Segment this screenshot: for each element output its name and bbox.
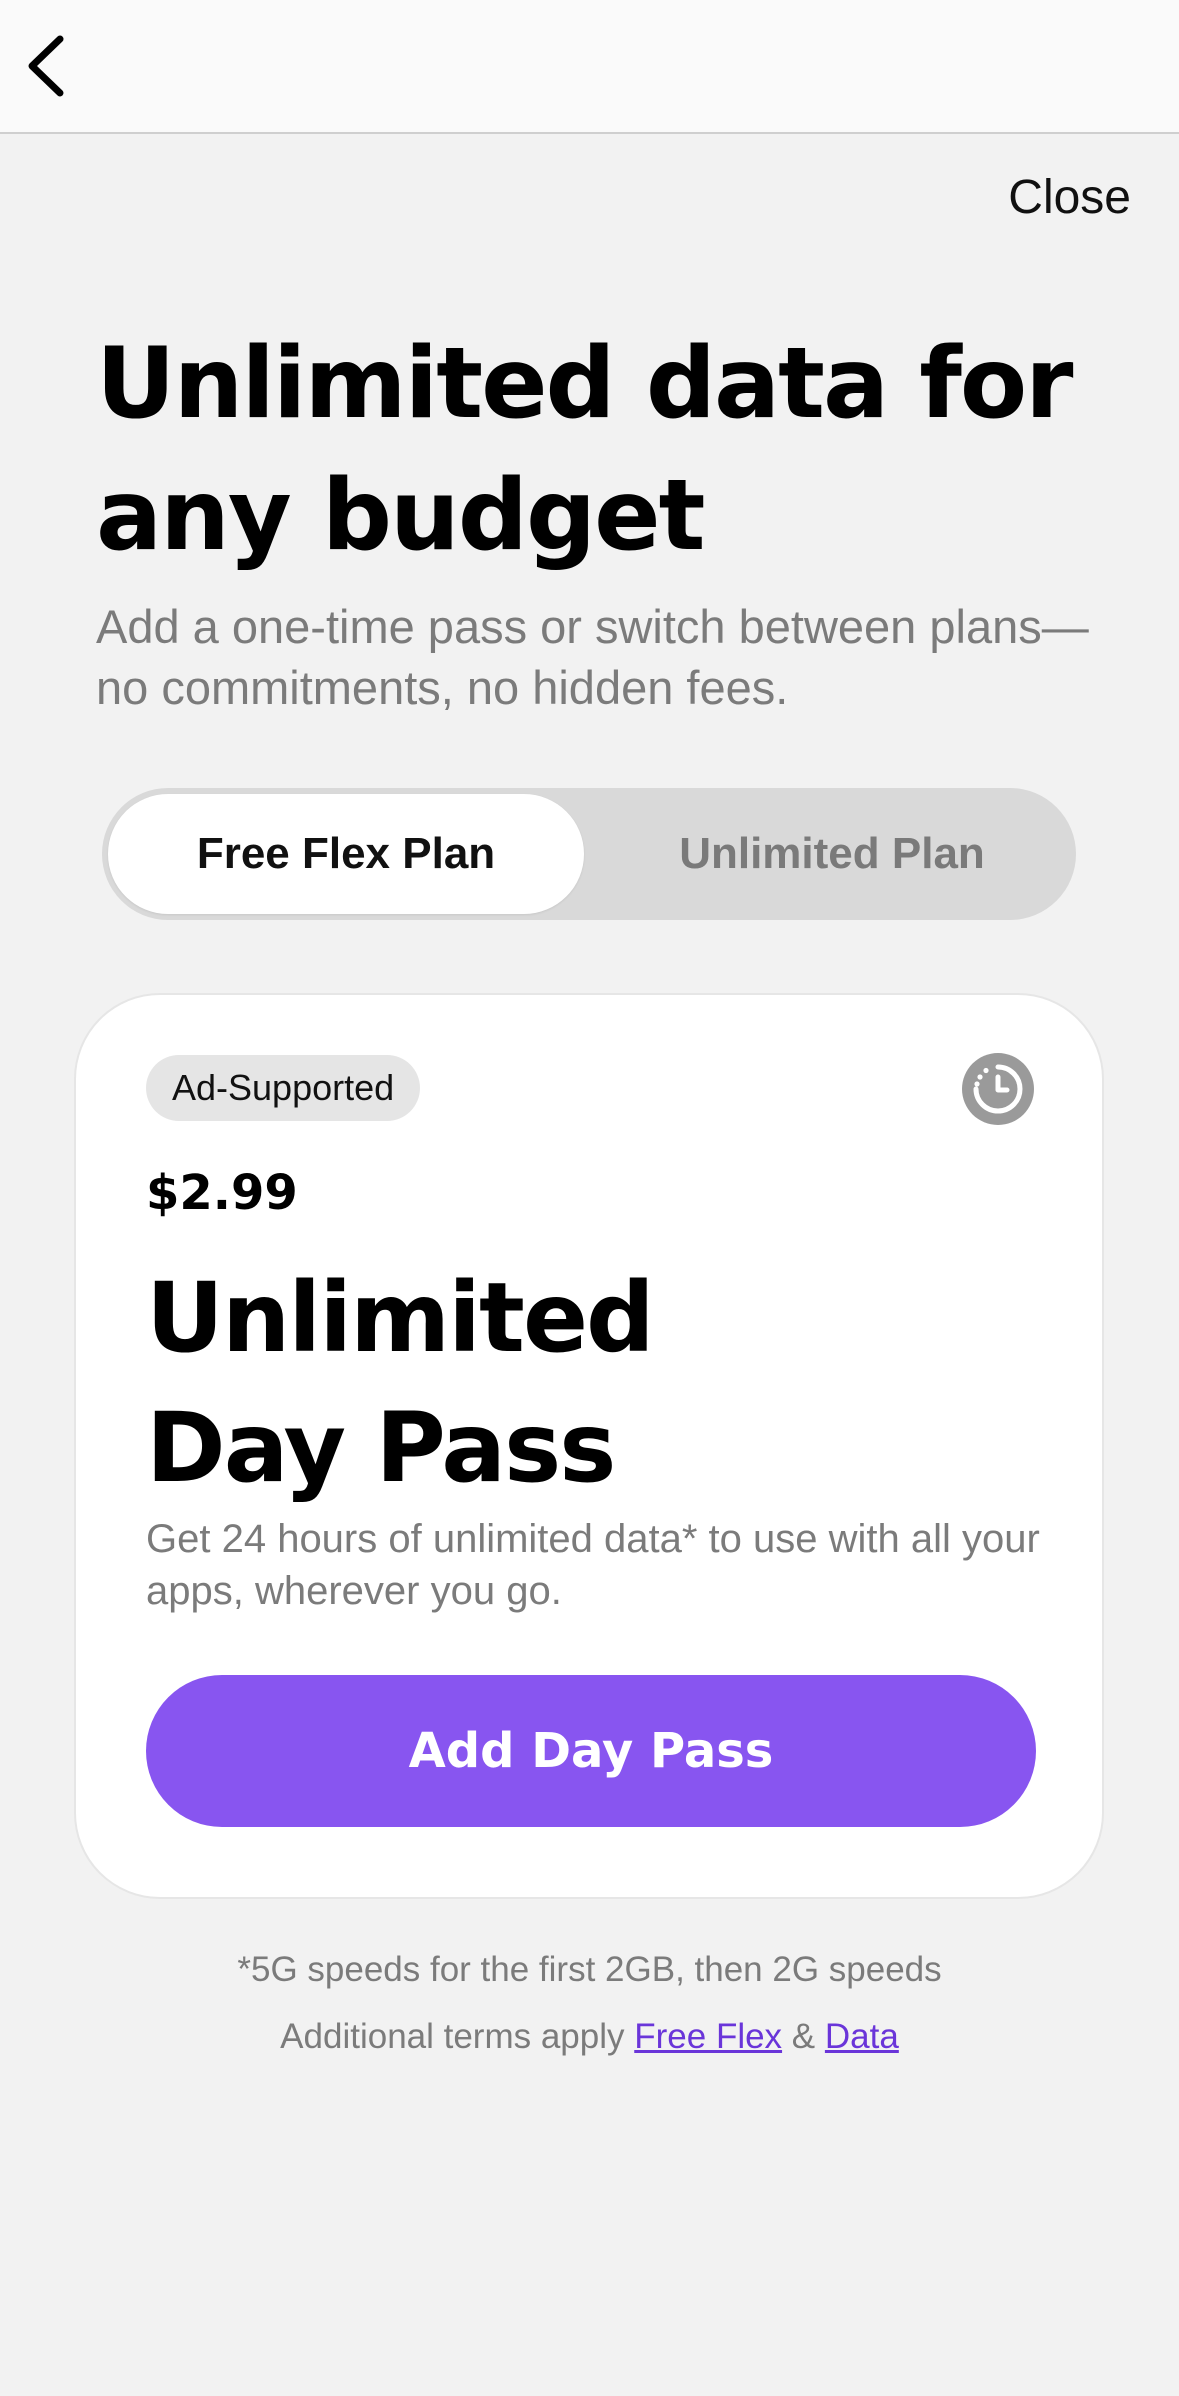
pass-title-line2: Day Pass <box>146 1392 616 1504</box>
add-day-pass-button[interactable]: Add Day Pass <box>146 1675 1036 1827</box>
tab-free-flex-plan[interactable]: Free Flex Plan <box>108 794 584 914</box>
pass-title: Unlimited Day Pass <box>146 1253 1026 1513</box>
page-subtitle: Add a one-time pass or switch between pl… <box>96 600 1089 714</box>
back-button[interactable] <box>14 28 78 104</box>
price: $2.99 <box>146 1165 298 1221</box>
pass-title-line1: Unlimited <box>146 1262 655 1374</box>
close-button[interactable]: Close <box>1008 170 1131 225</box>
free-flex-terms-link[interactable]: Free Flex <box>634 2017 782 2056</box>
pass-description: Get 24 hours of unlimited data* to use w… <box>146 1517 1040 1613</box>
page-title: Unlimited data for any budget <box>96 327 1074 573</box>
chevron-left-icon <box>28 35 64 97</box>
terms-ampersand: & <box>791 2017 816 2056</box>
terms-prefix: Additional terms apply <box>280 2017 625 2056</box>
speed-footnote: *5G speeds for the first 2GB, then 2G sp… <box>237 1950 942 1989</box>
tab-unlimited-plan[interactable]: Unlimited Plan <box>594 794 1070 914</box>
terms-footnote: Additional terms apply Free Flex & Data <box>0 2017 1179 2057</box>
ad-supported-badge: Ad-Supported <box>146 1055 421 1121</box>
top-nav-bar <box>0 0 1179 134</box>
data-terms-link[interactable]: Data <box>825 2017 899 2056</box>
timer-icon <box>962 1053 1034 1125</box>
day-pass-card: Ad-Supported $2.99 Unlimited Day Pass Ge… <box>74 993 1104 1899</box>
plan-toggle: Free Flex Plan Unlimited Plan <box>102 788 1076 920</box>
